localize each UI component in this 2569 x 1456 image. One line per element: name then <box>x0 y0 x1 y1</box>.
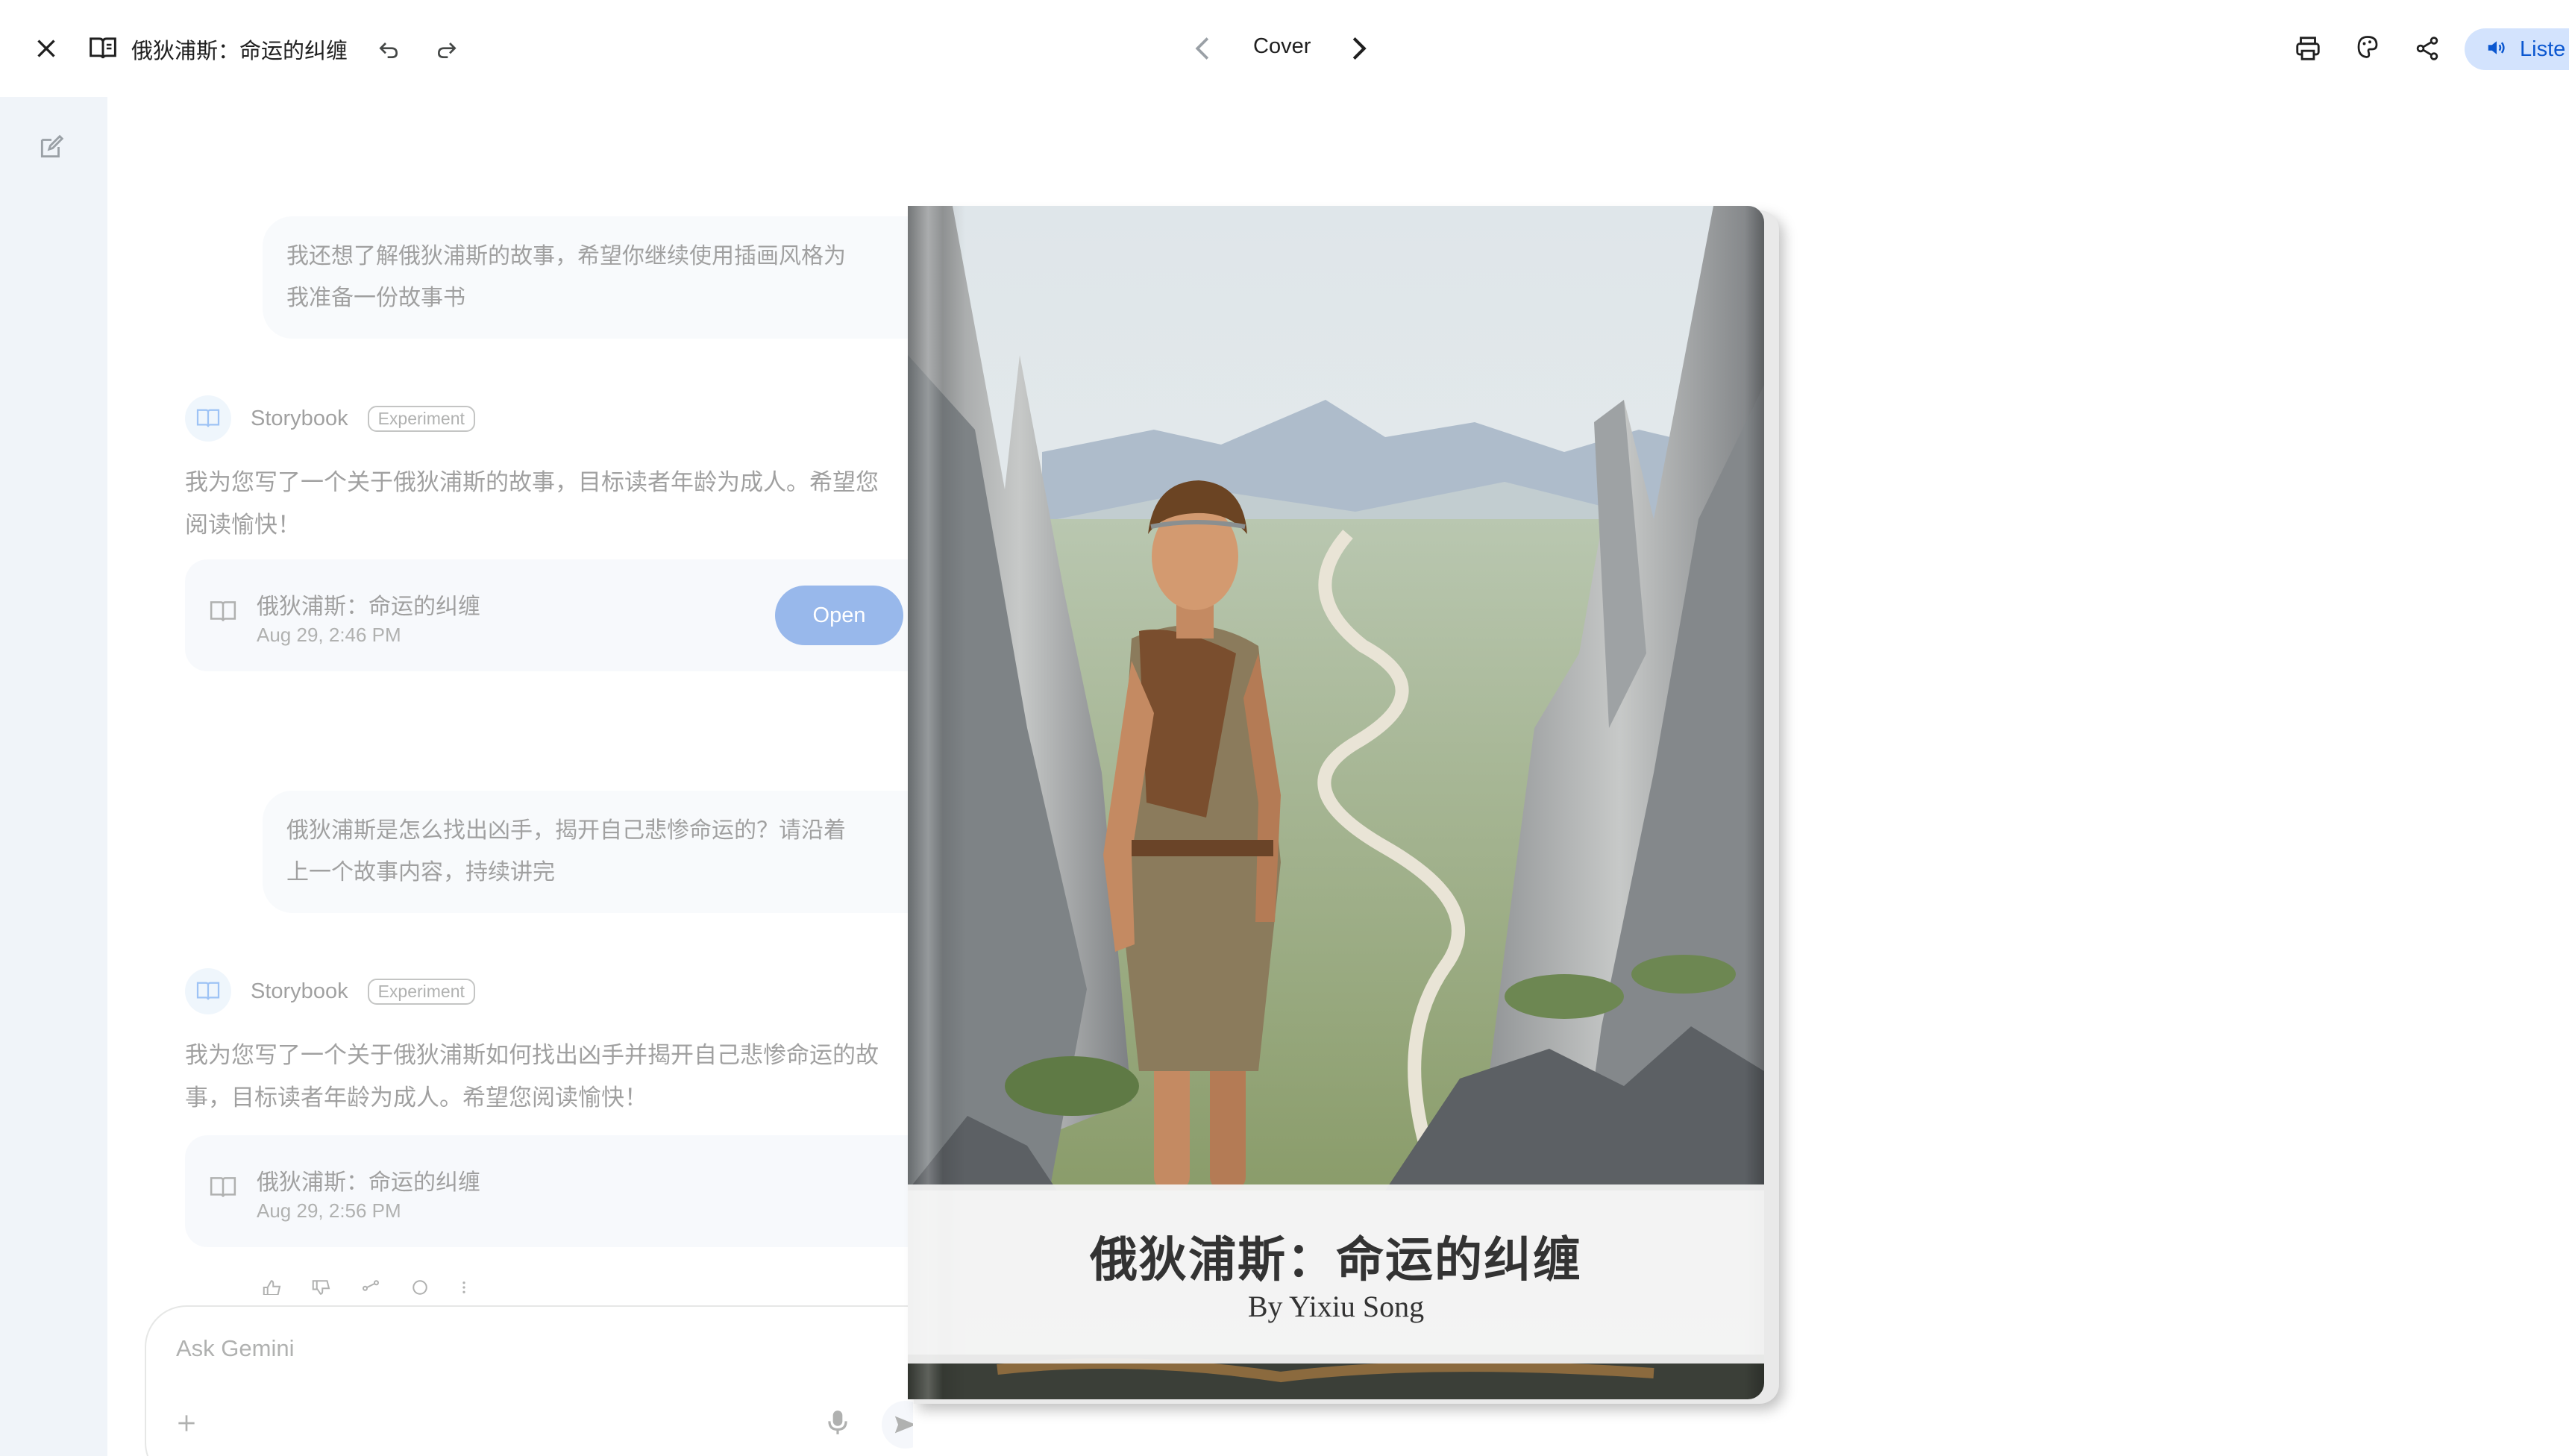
page-label: Cover <box>1253 34 1311 58</box>
user-message: 我还想了解俄狄浦斯的故事，希望你继续使用插画风格为 我准备一份故事书 <box>263 216 913 339</box>
card-date: Aug 29, 2:56 PM <box>257 1199 401 1222</box>
storybook-card[interactable]: 俄狄浦斯：命运的纠缠 Aug 29, 2:46 PM Open <box>185 559 913 671</box>
close-icon[interactable] <box>33 35 60 62</box>
undo-icon[interactable] <box>376 37 401 61</box>
prompt-input[interactable]: Ask Gemini <box>176 1335 294 1362</box>
listen-button[interactable]: Liste <box>2465 28 2569 70</box>
user-message: 俄狄浦斯是怎么找出凶手，揭开自己悲惨命运的？请沿着 上一个故事内容，持续讲完 <box>263 791 913 913</box>
chevron-right-icon[interactable] <box>1350 36 1368 61</box>
experiment-badge: Experiment <box>367 978 475 1005</box>
book-icon <box>209 600 237 627</box>
microphone-icon[interactable] <box>826 1408 849 1440</box>
cover-author: By Yixiu Song <box>1247 1290 1425 1323</box>
card-title: 俄狄浦斯：命运的纠缠 <box>257 1170 480 1195</box>
listen-label: Liste <box>2520 37 2566 61</box>
more-vert-icon[interactable] <box>458 1280 470 1295</box>
ai-header: Storybook Experiment <box>185 968 475 1014</box>
book-cover: 俄狄浦斯：命运的纠缠 By Yixiu Song <box>908 206 1764 1399</box>
sidebar <box>0 97 107 1456</box>
ai-name: Storybook <box>251 979 348 1003</box>
message-line: 事，目标读者年龄为成人。希望您阅读愉快！ <box>185 1085 647 1111</box>
chat-panel: 我还想了解俄狄浦斯的故事，希望你继续使用插画风格为 我准备一份故事书 Story… <box>107 97 913 1456</box>
top-bar: 俄狄浦斯：命运的纠缠 Cover Liste <box>0 0 2569 97</box>
chevron-left-icon[interactable] <box>1193 36 1211 61</box>
thumb-down-icon[interactable] <box>310 1280 333 1295</box>
add-icon[interactable] <box>175 1411 198 1439</box>
response-actions <box>261 1280 470 1295</box>
ai-message: 我为您写了一个关于俄狄浦斯如何找出凶手并揭开自己悲惨命运的故 事，目标读者年龄为… <box>185 1034 913 1119</box>
book-icon <box>209 1176 237 1203</box>
ai-name: Storybook <box>251 406 348 430</box>
message-line: 上一个故事内容，持续讲完 <box>286 860 555 885</box>
storybook-avatar <box>185 968 231 1014</box>
card-title: 俄狄浦斯：命运的纠缠 <box>257 594 480 619</box>
document-title: 俄狄浦斯：命运的纠缠 <box>131 40 348 63</box>
open-button[interactable]: Open <box>775 586 903 645</box>
message-line: 我准备一份故事书 <box>286 286 465 310</box>
thumb-up-icon[interactable] <box>261 1280 283 1295</box>
share-icon[interactable] <box>2414 34 2441 63</box>
book-icon <box>88 35 118 62</box>
ai-message: 我为您写了一个关于俄狄浦斯的故事，目标读者年龄为成人。希望您 阅读愉快！ <box>185 461 913 546</box>
share-icon[interactable] <box>360 1280 382 1295</box>
storybook-card[interactable]: 俄狄浦斯：命运的纠缠 Aug 29, 2:56 PM <box>185 1135 913 1247</box>
experiment-badge: Experiment <box>367 405 475 432</box>
message-line: 我为您写了一个关于俄狄浦斯的故事，目标读者年龄为成人。希望您 <box>185 469 879 495</box>
card-date: Aug 29, 2:46 PM <box>257 624 401 646</box>
volume-icon <box>2485 37 2508 63</box>
message-line: 我还想了解俄狄浦斯的故事，希望你继续使用插画风格为 <box>286 244 846 269</box>
storybook-book[interactable]: 俄狄浦斯：命运的纠缠 By Yixiu Song <box>908 206 1779 1404</box>
message-line: 俄狄浦斯是怎么找出凶手，揭开自己悲惨命运的？请沿着 <box>286 818 846 843</box>
google-icon[interactable] <box>409 1280 431 1295</box>
message-line: 阅读愉快！ <box>185 512 301 538</box>
message-line: 我为您写了一个关于俄狄浦斯如何找出凶手并揭开自己悲惨命运的故 <box>185 1042 879 1068</box>
redo-icon[interactable] <box>434 37 459 61</box>
ai-header: Storybook Experiment <box>185 395 475 442</box>
cover-title: 俄狄浦斯：命运的纠缠 <box>1090 1233 1582 1287</box>
prompt-input-box[interactable]: Ask Gemini <box>145 1305 913 1456</box>
send-icon[interactable] <box>882 1401 913 1449</box>
palette-icon[interactable] <box>2354 33 2381 61</box>
print-icon[interactable] <box>2293 34 2323 63</box>
edit-icon[interactable] <box>37 133 66 161</box>
storybook-avatar <box>185 395 231 442</box>
